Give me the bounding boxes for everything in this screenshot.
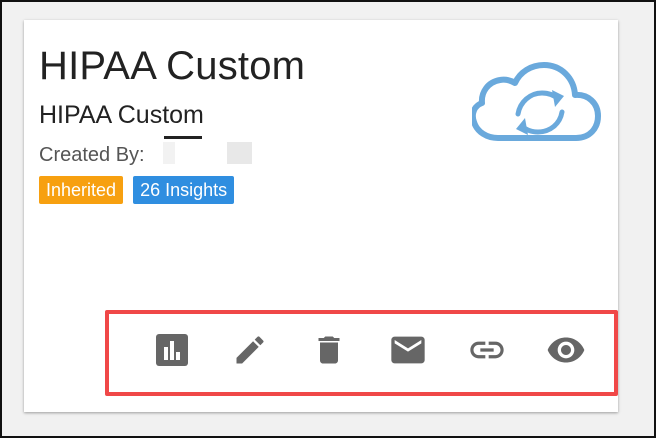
cloud-sync-icon xyxy=(472,62,601,141)
pencil-icon xyxy=(236,336,264,364)
card-subtitle: HIPAA Custom xyxy=(39,101,204,129)
card-title: HIPAA Custom xyxy=(39,44,306,88)
link-icon xyxy=(470,341,504,359)
redacted-author-name xyxy=(163,142,175,164)
inherited-badge: Inherited xyxy=(39,176,124,204)
badge-group: Inherited 26 Insights xyxy=(39,176,235,204)
created-by-label: Created By: xyxy=(39,144,145,166)
edit-button[interactable] xyxy=(230,330,270,370)
bar-chart-icon xyxy=(156,334,188,366)
eye-icon xyxy=(547,337,585,363)
insights-count-badge: 26 Insights xyxy=(133,176,235,204)
copy-link-button[interactable] xyxy=(467,330,507,370)
redacted-author-name xyxy=(227,142,252,164)
delete-button[interactable] xyxy=(309,330,349,370)
reports-button[interactable] xyxy=(152,330,192,370)
trash-icon xyxy=(318,336,340,364)
text-cursor-underline xyxy=(164,136,202,139)
view-button[interactable] xyxy=(546,330,586,370)
envelope-icon xyxy=(391,336,425,364)
policy-card: HIPAA Custom HIPAA Custom Created By: In… xyxy=(24,20,618,412)
actions-highlight-box xyxy=(105,310,618,396)
email-button[interactable] xyxy=(388,330,428,370)
screenshot-frame: HIPAA Custom HIPAA Custom Created By: In… xyxy=(0,0,656,438)
